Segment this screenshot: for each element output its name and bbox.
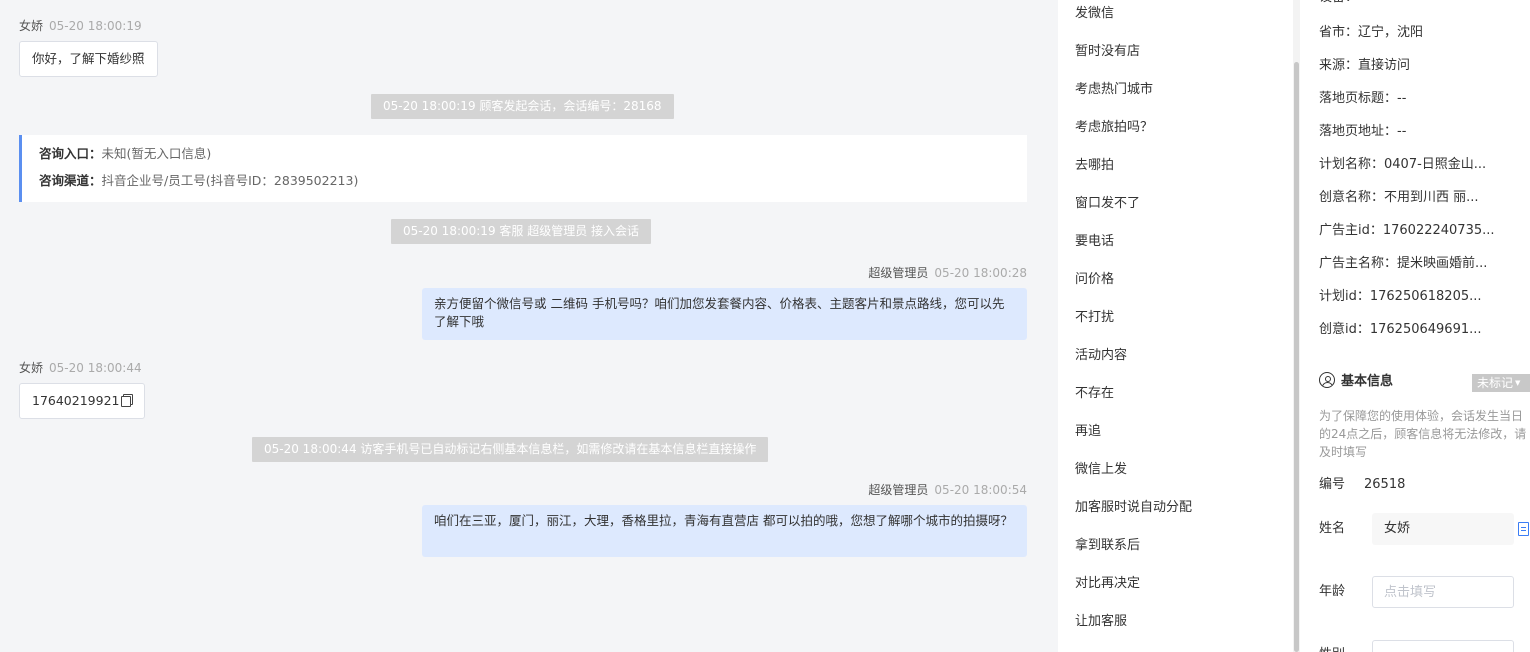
quick-reply-scrollbar-thumb[interactable] [1294, 62, 1299, 652]
landing-url-field: 落地页地址：-- [1319, 124, 1407, 139]
age-label: 年龄 [1319, 584, 1346, 599]
customer-message-bubble: 你好，了解下婚纱照 [19, 41, 158, 77]
channel-key: 咨询渠道： [39, 173, 102, 188]
message-sender: 超级管理员 05-20 18:00:54 [868, 481, 1027, 498]
quick-reply-item[interactable]: 发微信 [1075, 4, 1114, 24]
tag-dropdown-label: 未标记 [1477, 376, 1514, 390]
gender-field[interactable] [1372, 640, 1514, 652]
id-value: 26518 [1364, 477, 1406, 492]
consult-entry-card: 咨询入口：未知(暂无入口信息) 咨询渠道：抖音企业号/员工号(抖音号ID：283… [19, 135, 1027, 202]
name-label: 姓名 [1319, 521, 1346, 536]
document-icon[interactable] [1518, 522, 1529, 536]
system-notice: 05-20 18:00:44 访客手机号已自动标记右侧基本信息栏，如需修改请在基… [252, 437, 769, 462]
quick-reply-item[interactable]: 问价格 [1075, 270, 1114, 290]
quick-reply-item[interactable]: 暂时没有店 [1075, 42, 1140, 62]
message-sender: 超级管理员 05-20 18:00:28 [868, 264, 1027, 281]
source-field: 来源：直接访问 [1319, 58, 1411, 73]
channel-value: 抖音企业号/员工号(抖音号ID：2839502213) [101, 173, 359, 188]
message-time: 05-20 18:00:44 [49, 361, 142, 375]
device-field: 设备：-- [1319, 0, 1367, 8]
sender-name: 女娇 [19, 361, 44, 375]
agent-message-bubble: 亲方便留个微信号或 二维码 手机号吗？咱们加您发套餐内容、价格表、主题客片和景点… [422, 288, 1027, 340]
province-field: 省市：辽宁，沈阳 [1319, 25, 1424, 40]
gender-label: 性别 [1319, 645, 1345, 652]
age-input[interactable] [1372, 576, 1514, 608]
quick-reply-item[interactable]: 不存在 [1075, 384, 1114, 404]
message-sender: 女娇 05-20 18:00:44 [19, 359, 142, 376]
quick-reply-item[interactable]: 拿到联系后 [1075, 536, 1140, 556]
phone-number: 17640219921 [32, 393, 120, 408]
quick-reply-item[interactable]: 对比再决定 [1075, 574, 1140, 594]
agent-message-bubble: 咱们在三亚，厦门，丽江，大理，香格里拉，青海有直营店 都可以拍的哦，您想了解哪个… [422, 505, 1027, 557]
user-circle-icon [1319, 372, 1335, 388]
message-time: 05-20 18:00:28 [934, 266, 1027, 280]
id-label: 编号 [1319, 477, 1346, 492]
name-field[interactable]: 女娇 [1372, 513, 1514, 545]
quick-reply-list: 发微信 暂时没有店 考虑热门城市 考虑旅拍吗？ 去哪拍 窗口发不了 要电话 问价… [1059, 0, 1293, 652]
quick-reply-item[interactable]: 考虑热门城市 [1075, 80, 1153, 100]
entry-key: 咨询入口： [39, 146, 102, 161]
customer-info-panel: 设备：-- 省市：辽宁，沈阳 来源：直接访问 落地页标题：-- 落地页地址：--… [1300, 0, 1530, 652]
sender-name: 女娇 [19, 19, 44, 33]
edit-notice: 为了保障您的使用体验，会话发生当日的24点之后，顾客信息将无法修改，请及时填写 [1319, 409, 1527, 459]
channel-row: 咨询渠道：抖音企业号/员工号(抖音号ID：2839502213) [39, 172, 1010, 199]
sender-name: 超级管理员 [868, 483, 929, 497]
message-time: 05-20 18:00:19 [49, 19, 142, 33]
quick-reply-item[interactable]: 要电话 [1075, 232, 1114, 252]
customer-message-bubble: 17640219921 [19, 383, 146, 419]
creative-name-field: 创意名称：不用到川西 丽... [1319, 190, 1479, 205]
quick-reply-item[interactable]: 让加客服 [1075, 612, 1127, 632]
system-notice: 05-20 18:00:19 顾客发起会话，会话编号：28168 [371, 94, 674, 119]
system-notice: 05-20 18:00:19 客服 超级管理员 接入会话 [391, 219, 652, 244]
plan-id-field: 计划id：176250618205... [1319, 289, 1482, 304]
message-time: 05-20 18:00:54 [934, 483, 1027, 497]
message-sender: 女娇 05-20 18:00:19 [19, 17, 142, 34]
quick-reply-item[interactable]: 活动内容 [1075, 346, 1127, 366]
advertiser-name-field: 广告主名称：提米映画婚前... [1319, 256, 1488, 271]
plan-name-field: 计划名称：0407-日照金山... [1319, 157, 1487, 172]
copy-icon[interactable] [121, 394, 134, 407]
quick-reply-item[interactable]: 加客服时说自动分配 [1075, 498, 1192, 518]
chat-panel: 女娇 05-20 18:00:19 你好，了解下婚纱照 05-20 18:00:1… [0, 0, 1058, 652]
quick-reply-item[interactable]: 不打扰 [1075, 308, 1114, 328]
caret-down-icon: ▼ [1515, 379, 1521, 387]
entry-value: 未知(暂无入口信息) [101, 146, 212, 161]
basic-info-heading: 基本信息 [1319, 372, 1393, 392]
quick-reply-item[interactable]: 考虑旅拍吗？ [1075, 118, 1153, 138]
quick-reply-item[interactable]: 去哪拍 [1075, 156, 1114, 176]
quick-reply-item[interactable]: 微信上发 [1075, 460, 1127, 480]
advertiser-id-field: 广告主id：176022240735... [1319, 223, 1495, 238]
landing-title-field: 落地页标题：-- [1319, 91, 1407, 106]
quick-reply-item[interactable]: 再追 [1075, 422, 1101, 442]
quick-reply-item[interactable]: 窗口发不了 [1075, 194, 1140, 214]
tag-dropdown[interactable]: 未标记 ▼ [1472, 374, 1530, 392]
creative-id-field: 创意id：176250649691... [1319, 322, 1482, 337]
entry-row: 咨询入口：未知(暂无入口信息) [39, 145, 1010, 172]
sender-name: 超级管理员 [868, 266, 929, 280]
basic-info-title: 基本信息 [1341, 374, 1394, 389]
